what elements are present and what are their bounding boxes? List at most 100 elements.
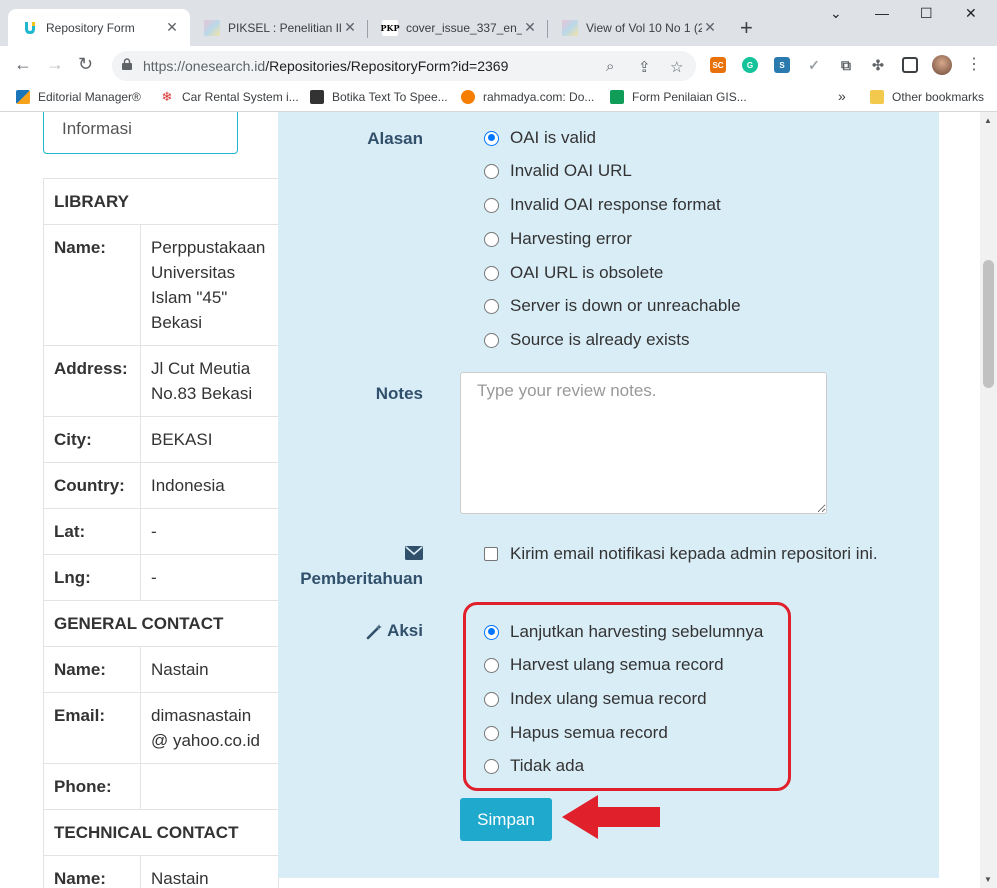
tab-title: View of Vol 10 No 1 (2	[586, 20, 702, 35]
general-phone-key: Phone:	[43, 763, 141, 810]
pkp-favicon-icon: PKP	[381, 19, 400, 36]
library-name-value: Perppustakaan Universitas Islam "45" Bek…	[140, 224, 279, 346]
bookmark-label: rahmadya.com: Do...	[483, 90, 595, 104]
library-city-key: City:	[43, 416, 141, 463]
bookmark-label: Botika Text To Spee...	[332, 90, 448, 104]
sc-extension-icon[interactable]: SC	[710, 57, 726, 73]
bookmark-form-penilaian[interactable]: Form Penilaian GIS...	[610, 90, 747, 104]
new-tab-plus-icon[interactable]: +	[740, 17, 753, 39]
profile-avatar[interactable]	[932, 55, 952, 75]
library-lng-value: -	[140, 554, 279, 601]
radio-button[interactable]	[484, 265, 499, 281]
simpan-button[interactable]: Simpan	[460, 798, 552, 841]
tab-repository-form[interactable]: Repository Form ✕	[8, 9, 190, 46]
image-favicon-icon	[562, 19, 578, 36]
grammarly-extension-icon[interactable]: G	[742, 57, 758, 73]
check-extension-icon[interactable]: ✓	[806, 57, 822, 73]
notes-textarea[interactable]	[460, 372, 827, 514]
forward-arrow-icon[interactable]: →	[46, 54, 64, 75]
s-extension-icon[interactable]: S	[774, 57, 790, 73]
bookmark-editorial-manager[interactable]: Editorial Manager®	[16, 90, 141, 104]
radio-button[interactable]	[484, 197, 499, 213]
tab-cover-issue[interactable]: PKP cover_issue_337_en_US ✕	[368, 9, 548, 46]
notify-admin-checkbox[interactable]	[484, 547, 498, 561]
scroll-down-arrow-icon[interactable]: ▼	[984, 875, 992, 884]
extensions-puzzle-icon[interactable]: ✣	[870, 57, 886, 73]
bookmark-label: Car Rental System i...	[182, 90, 299, 104]
alasan-option-invalid-url[interactable]: Invalid OAI URL	[484, 161, 632, 181]
table-row: Email: dimasnastain @ yahoo.co.id	[43, 692, 279, 764]
envelope-icon	[405, 546, 423, 565]
general-contact-header: GENERAL CONTACT	[43, 600, 279, 647]
alasan-option-obsolete[interactable]: OAI URL is obsolete	[484, 263, 663, 283]
share-icon[interactable]: ⇪	[638, 58, 651, 76]
notify-admin-checkbox-row[interactable]: Kirim email notifikasi kepada admin repo…	[484, 544, 878, 564]
alasan-option-already-exists[interactable]: Source is already exists	[484, 330, 690, 350]
notes-label: Notes	[375, 384, 423, 403]
scroll-up-arrow-icon[interactable]: ▲	[984, 116, 992, 125]
close-tab-icon[interactable]: ✕	[342, 19, 358, 36]
table-row: City: BEKASI	[43, 416, 279, 463]
snowflake-favicon-icon: ❄	[161, 89, 173, 104]
table-row: Name: Perppustakaan Universitas Islam "45…	[43, 224, 279, 346]
table-row: Country: Indonesia	[43, 462, 279, 509]
informasi-button[interactable]: Informasi	[43, 112, 238, 154]
tab-view-of-vol[interactable]: View of Vol 10 No 1 (2 ✕	[548, 9, 728, 46]
tab-search-chevron-icon[interactable]: ⌄	[830, 5, 842, 22]
library-lat-key: Lat:	[43, 508, 141, 555]
copy-extension-icon[interactable]: ⧉	[838, 57, 854, 73]
browser-menu-icon[interactable]: ⋮	[966, 54, 982, 74]
radio-button[interactable]	[484, 298, 499, 314]
em-favicon-icon	[16, 90, 30, 104]
library-header-row: LIBRARY	[43, 178, 279, 225]
address-bar[interactable]: https://onesearch.id/Repositories/Reposi…	[112, 51, 696, 81]
option-label: Harvesting error	[510, 229, 632, 248]
radio-button[interactable]	[484, 163, 499, 179]
bookmark-label: Editorial Manager®	[38, 90, 141, 104]
bookmark-car-rental[interactable]: ❄ Car Rental System i...	[160, 89, 299, 105]
radio-button[interactable]	[484, 130, 499, 146]
maximize-icon[interactable]: ☐	[920, 5, 933, 22]
page-scrollbar[interactable]: ▲ ▼	[980, 112, 997, 888]
more-bookmarks-chevron-icon[interactable]: »	[838, 88, 846, 104]
bookmarks-bar: Editorial Manager® ❄ Car Rental System i…	[0, 84, 997, 112]
repository-info-table: LIBRARY Name: Perppustakaan Universitas I…	[43, 178, 279, 888]
close-tab-icon[interactable]: ✕	[164, 19, 180, 36]
table-row: Name: Nastain	[43, 646, 279, 693]
general-contact-header-row: GENERAL CONTACT	[43, 600, 279, 647]
radio-button[interactable]	[484, 231, 499, 247]
aksi-label: Aksi	[387, 621, 423, 640]
folder-icon	[870, 90, 884, 104]
close-tab-icon[interactable]: ✕	[702, 19, 718, 36]
alasan-option-invalid-format[interactable]: Invalid OAI response format	[484, 195, 721, 215]
bookmark-botika[interactable]: Botika Text To Spee...	[310, 90, 448, 104]
radio-button[interactable]	[484, 332, 499, 348]
informasi-label: Informasi	[62, 119, 132, 138]
browser-toolbar: ← → ↻ https://onesearch.id/Repositories/…	[0, 46, 997, 84]
back-arrow-icon[interactable]: ←	[14, 54, 32, 75]
table-row: Lat: -	[43, 508, 279, 555]
alasan-option-server-down[interactable]: Server is down or unreachable	[484, 296, 741, 316]
alasan-option-oai-valid[interactable]: OAI is valid	[484, 128, 596, 148]
side-panel-icon[interactable]	[902, 57, 918, 73]
option-label: Server is down or unreachable	[510, 296, 741, 315]
close-window-icon[interactable]: ✕	[965, 5, 977, 22]
other-bookmarks[interactable]: Other bookmarks	[870, 90, 984, 104]
minimize-icon[interactable]: —	[875, 5, 889, 21]
tab-title: cover_issue_337_en_US	[406, 20, 522, 35]
alasan-option-harvesting-error[interactable]: Harvesting error	[484, 229, 632, 249]
close-tab-icon[interactable]: ✕	[522, 19, 538, 36]
table-row: Phone:	[43, 763, 279, 810]
bookmark-label: Form Penilaian GIS...	[632, 90, 747, 104]
magic-wand-icon	[366, 623, 383, 639]
technical-name-value: Nastain	[140, 855, 279, 888]
option-label: Source is already exists	[510, 330, 690, 349]
technical-contact-header-row: TECHNICAL CONTACT	[43, 809, 279, 856]
scrollbar-thumb[interactable]	[983, 260, 994, 388]
bookmark-star-icon[interactable]: ☆	[670, 58, 683, 76]
tab-piksel[interactable]: PIKSEL : Penelitian Ilmu ✕	[190, 9, 368, 46]
reload-icon[interactable]: ↻	[78, 54, 93, 75]
zoom-icon[interactable]: ⌕	[606, 58, 614, 75]
botika-favicon-icon	[310, 90, 324, 104]
bookmark-rahmadya[interactable]: rahmadya.com: Do...	[461, 90, 594, 104]
